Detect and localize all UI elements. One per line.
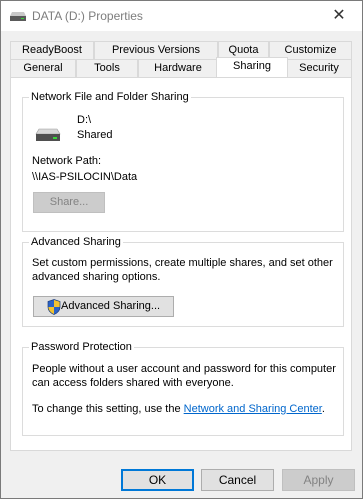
ok-button[interactable]: OK [121, 469, 194, 491]
tab-previous-versions[interactable]: Previous Versions [94, 41, 218, 59]
change-setting-text: To change this setting, use the Network … [32, 402, 325, 416]
tab-tools[interactable]: Tools [76, 59, 138, 77]
network-path-value: \\IAS-PSILOCIN\Data [32, 171, 138, 183]
sharing-tab-panel: Network File and Folder Sharing D:\ Shar… [10, 77, 352, 451]
properties-window: DATA (D:) Properties ✕ ReadyBoost Previo… [0, 0, 363, 499]
share-button[interactable]: Share... [33, 192, 105, 213]
advanced-description-line1: Set custom permissions, create multiple … [32, 257, 333, 269]
drive-icon [35, 128, 61, 141]
title-bar: DATA (D:) Properties ✕ [1, 1, 362, 31]
tab-security[interactable]: Security [286, 59, 352, 77]
tab-label: General [23, 62, 63, 74]
password-description-line2: can access folders shared with everyone. [32, 377, 234, 389]
tab-label: Customize [284, 44, 337, 56]
group-title: Password Protection [29, 341, 134, 354]
close-button[interactable]: ✕ [316, 1, 362, 31]
advanced-sharing-button[interactable]: Advanced Sharing... [33, 296, 174, 317]
drive-icon [10, 12, 26, 21]
window-title: DATA (D:) Properties [32, 9, 143, 23]
tab-label: Quota [228, 44, 259, 56]
tab-readyboost[interactable]: ReadyBoost [10, 41, 94, 59]
tab-label: Sharing [233, 60, 271, 72]
tab-hardware[interactable]: Hardware [138, 59, 218, 77]
change-setting-prefix: To change this setting, use the [32, 403, 184, 415]
button-label: OK [148, 473, 167, 487]
tab-label: Tools [94, 62, 120, 74]
button-label: Advanced Sharing... [61, 300, 161, 312]
password-description-line1: People without a user account and passwo… [32, 363, 336, 375]
tab-label: Hardware [154, 62, 202, 74]
button-label: Apply [303, 473, 334, 487]
tab-label: Security [299, 62, 339, 74]
password-protection-group: Password Protection [22, 341, 344, 436]
group-title: Network File and Folder Sharing [29, 91, 191, 104]
close-icon: ✕ [332, 7, 346, 24]
tab-sharing[interactable]: Sharing [216, 57, 288, 77]
group-title: Advanced Sharing [29, 236, 123, 249]
tab-label: ReadyBoost [22, 44, 82, 56]
uac-shield-icon [47, 299, 61, 315]
advanced-description-line2: advanced sharing options. [32, 271, 161, 283]
share-status: Shared [77, 129, 113, 141]
tab-label: Previous Versions [111, 44, 201, 56]
apply-button[interactable]: Apply [282, 469, 355, 491]
network-path-label: Network Path: [32, 155, 102, 167]
cancel-button[interactable]: Cancel [201, 469, 274, 491]
button-label: Cancel [218, 473, 257, 487]
change-setting-suffix: . [321, 403, 325, 415]
tab-general[interactable]: General [10, 59, 76, 77]
drive-name: D:\ [77, 114, 92, 126]
button-label: Share... [49, 196, 89, 208]
network-sharing-center-link[interactable]: Network and Sharing Center [184, 403, 322, 415]
